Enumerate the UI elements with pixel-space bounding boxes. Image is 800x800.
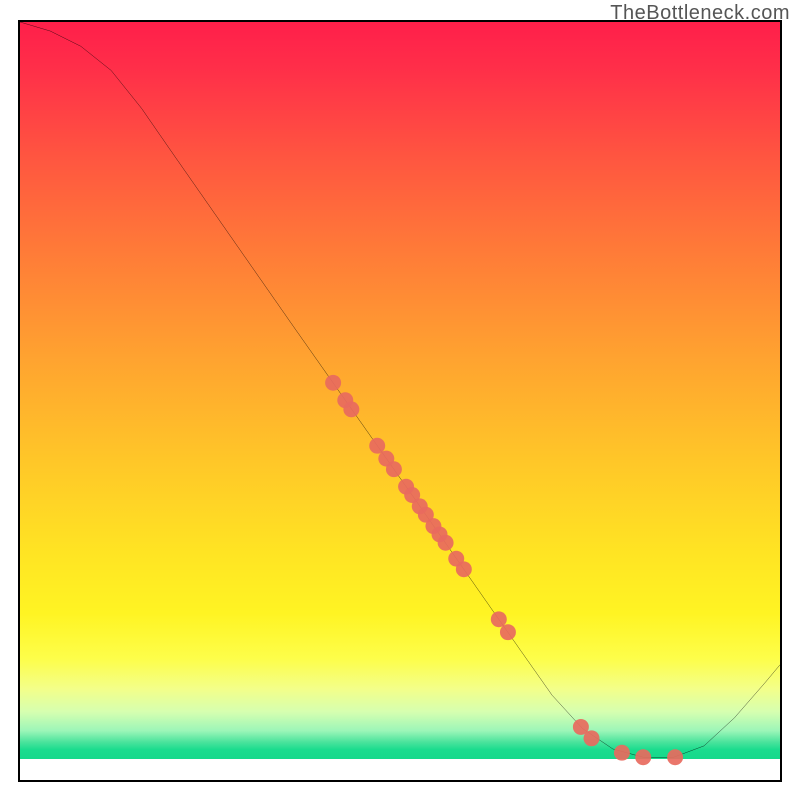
scatter-group xyxy=(325,375,683,765)
scatter-point xyxy=(386,461,402,477)
scatter-point xyxy=(667,749,683,765)
scatter-point xyxy=(343,401,359,417)
scatter-point xyxy=(500,624,516,640)
watermark-text: TheBottleneck.com xyxy=(610,2,790,25)
bottleneck-curve-path xyxy=(20,22,780,757)
scatter-point xyxy=(491,611,507,627)
chart-area xyxy=(18,20,782,782)
scatter-point xyxy=(325,375,341,391)
scatter-point xyxy=(614,745,630,761)
scatter-point xyxy=(635,749,651,765)
scatter-point xyxy=(438,535,454,551)
chart-overlay-svg xyxy=(20,22,780,780)
scatter-point xyxy=(456,561,472,577)
scatter-point xyxy=(584,730,600,746)
scatter-point xyxy=(369,438,385,454)
